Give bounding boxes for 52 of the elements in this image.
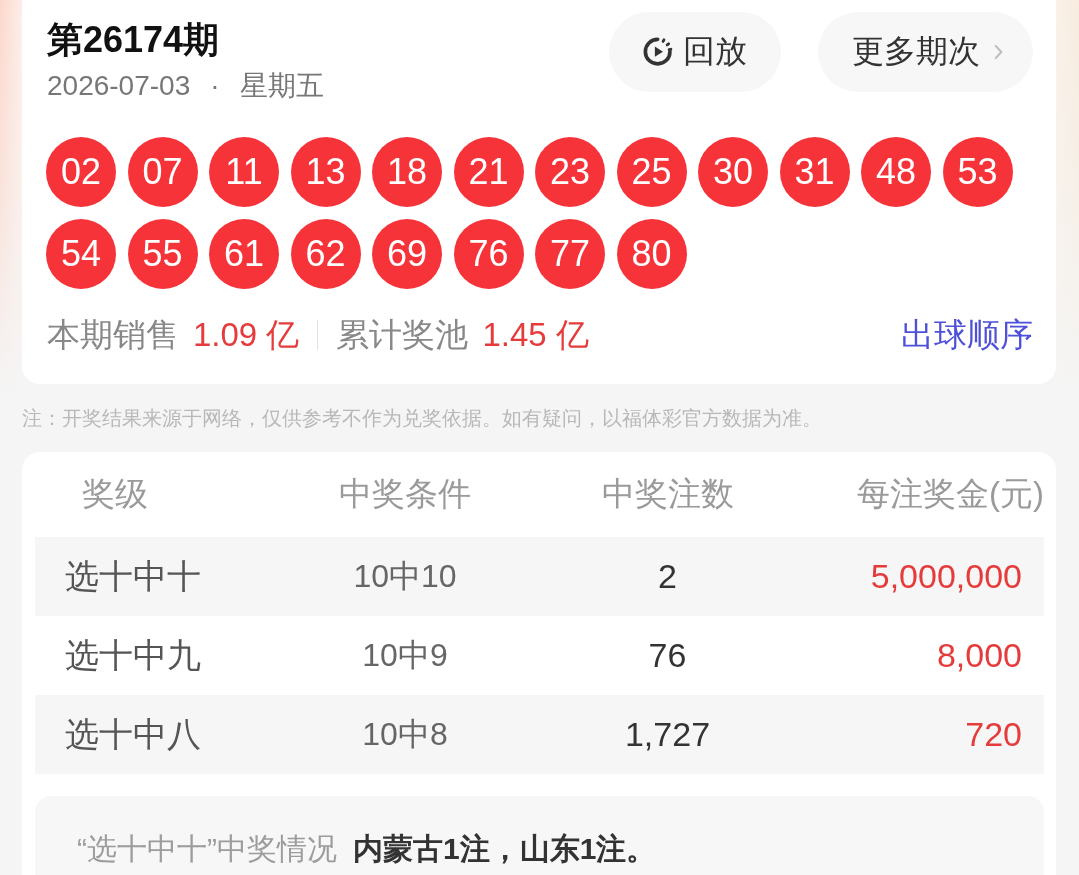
table-cell-text: 8,000: [935, 636, 1023, 675]
number-ball: 54: [46, 219, 116, 289]
number-ball: 80: [616, 219, 687, 289]
more-issues-button[interactable]: 更多期次: [818, 12, 1033, 92]
number-ball: 02: [46, 137, 116, 207]
table-cell-text: 1,727: [623, 715, 712, 754]
chevron-right-icon: [994, 44, 1003, 60]
column-header: 奖级: [81, 474, 149, 514]
column-header: 中奖注数: [600, 474, 735, 514]
number-ball: 69: [372, 219, 442, 289]
ball-order-link[interactable]: 出球顺序: [901, 312, 1033, 358]
weekday-label: 星期五: [239, 69, 324, 103]
number-ball: 25: [616, 137, 687, 207]
number-ball: 13: [290, 137, 361, 207]
table-cell-text: 选十中十: [64, 555, 202, 597]
draw-date: 2026-07-03: [47, 69, 191, 103]
play-circle-icon: [643, 37, 673, 67]
date-separator: ·: [210, 69, 220, 103]
number-ball: 61: [209, 219, 279, 289]
table-cell-text: 2: [657, 557, 678, 596]
number-ball: 07: [127, 137, 198, 207]
number-ball: 31: [779, 137, 850, 207]
number-ball: 53: [942, 137, 1013, 207]
table-cell-text: 5,000,000: [869, 557, 1023, 596]
number-ball: 18: [372, 137, 442, 207]
table-cell-text: 720: [964, 715, 1023, 754]
table-cell-text: 选十中九: [64, 634, 202, 676]
number-ball: 48: [861, 137, 931, 207]
table-cell-text: 10中8: [361, 714, 449, 754]
replay-button[interactable]: 回放: [609, 12, 781, 92]
table-cell-text: 76: [647, 636, 688, 675]
number-ball: 23: [535, 137, 605, 207]
number-ball: 76: [453, 219, 524, 289]
disclaimer-note: 注：开奖结果来源于网络，仅供参考不作为兑奖依据。如有疑问，以福体彩官方数据为准。: [22, 405, 822, 431]
number-ball: 11: [209, 137, 279, 207]
number-ball: 21: [453, 137, 524, 207]
number-ball: 30: [698, 137, 768, 207]
number-ball: 77: [535, 219, 605, 289]
column-header: 每注奖金(元): [856, 474, 1044, 514]
number-ball: 55: [127, 219, 198, 289]
stat-value: 1.45 亿: [482, 314, 589, 355]
stat-label: 累计奖池: [336, 314, 469, 355]
winners-detail: 内蒙古1注，山东1注。: [353, 831, 657, 867]
number-ball: 62: [290, 219, 361, 289]
table-cell-text: 10中10: [352, 556, 458, 596]
stat-label: 本期销售: [47, 314, 179, 355]
issue-title: 第26174期: [47, 18, 221, 62]
stat-value: 1.09 亿: [193, 314, 300, 355]
table-cell-text: 选十中八: [64, 713, 202, 755]
winners-label: “选十中十”中奖情况: [77, 831, 337, 867]
table-cell-text: 10中9: [361, 635, 449, 675]
column-header: 中奖条件: [338, 474, 472, 514]
